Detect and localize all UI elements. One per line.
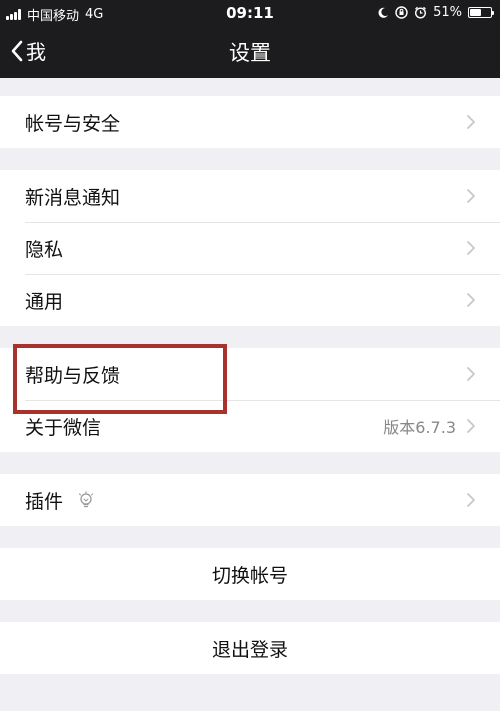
status-right: 51% bbox=[377, 5, 494, 20]
row-label: 关于微信 bbox=[25, 416, 102, 439]
top-bar: 中国移动 4G 09:11 51% 我 设置 bbox=[0, 0, 500, 78]
chevron-right-icon bbox=[467, 493, 475, 507]
alarm-icon bbox=[415, 6, 427, 19]
settings-group-help: 帮助与反馈 关于微信 版本6.7.3 bbox=[0, 348, 500, 452]
settings-row-about[interactable]: 关于微信 版本6.7.3 bbox=[0, 400, 500, 452]
version-value: 版本6.7.3 bbox=[383, 418, 456, 437]
battery-percent: 51% bbox=[433, 5, 462, 20]
row-label: 帮助与反馈 bbox=[25, 364, 121, 387]
row-label: 插件 bbox=[25, 490, 64, 513]
settings-row-privacy[interactable]: 隐私 bbox=[0, 222, 500, 274]
settings-row-help-feedback[interactable]: 帮助与反馈 bbox=[0, 348, 500, 400]
switch-account-label: 切换帐号 bbox=[211, 564, 288, 587]
chevron-right-icon bbox=[467, 241, 475, 255]
battery-icon bbox=[468, 7, 494, 18]
settings-group-account: 帐号与安全 bbox=[0, 96, 500, 148]
settings-row-account-security[interactable]: 帐号与安全 bbox=[0, 96, 500, 148]
orientation-lock-icon bbox=[395, 6, 408, 19]
chevron-right-icon bbox=[467, 115, 475, 129]
chevron-right-icon bbox=[467, 189, 475, 203]
chevron-right-icon bbox=[467, 367, 475, 381]
lightbulb-icon bbox=[78, 491, 94, 508]
logout-button[interactable]: 退出登录 bbox=[0, 622, 500, 674]
moon-icon bbox=[378, 7, 389, 18]
chevron-right-icon bbox=[467, 293, 475, 307]
row-label: 隐私 bbox=[25, 238, 64, 261]
settings-group-general: 新消息通知 隐私 通用 bbox=[0, 170, 500, 326]
status-bar: 中国移动 4G 09:11 51% bbox=[0, 0, 500, 26]
settings-row-notifications[interactable]: 新消息通知 bbox=[0, 170, 500, 222]
navigation-bar: 我 设置 bbox=[0, 26, 500, 78]
switch-account-group: 切换帐号 bbox=[0, 548, 500, 600]
settings-row-plugins[interactable]: 插件 bbox=[0, 474, 500, 526]
page-title: 设置 bbox=[229, 41, 271, 65]
switch-account-button[interactable]: 切换帐号 bbox=[0, 548, 500, 600]
row-label: 帐号与安全 bbox=[25, 112, 121, 135]
row-label: 新消息通知 bbox=[25, 186, 121, 209]
logout-group: 退出登录 bbox=[0, 622, 500, 674]
chevron-right-icon bbox=[467, 419, 475, 433]
row-label: 通用 bbox=[25, 290, 64, 313]
settings-list: 帐号与安全 新消息通知 隐私 通用 帮助与反馈 关于微信 版本6.7.3 插件 … bbox=[0, 78, 500, 674]
logout-label: 退出登录 bbox=[211, 638, 288, 661]
settings-row-general[interactable]: 通用 bbox=[0, 274, 500, 326]
settings-group-plugins: 插件 bbox=[0, 474, 500, 526]
